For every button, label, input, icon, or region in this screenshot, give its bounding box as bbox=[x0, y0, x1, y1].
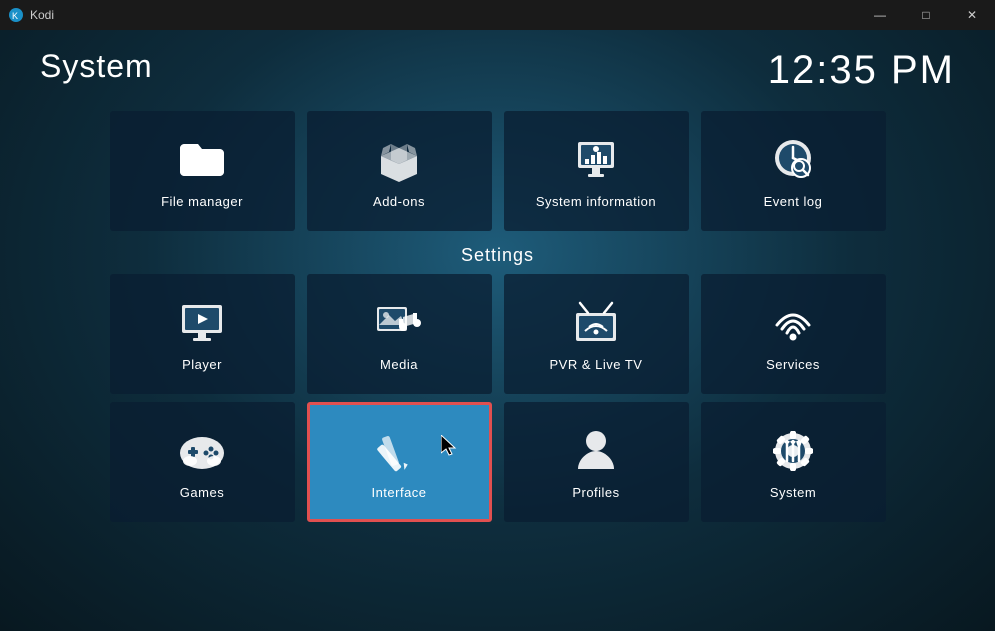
tile-system-label: System bbox=[770, 485, 816, 500]
tile-add-ons[interactable]: Add-ons bbox=[307, 111, 492, 231]
tile-pvr-live-tv-label: PVR & Live TV bbox=[550, 357, 643, 372]
tile-file-manager[interactable]: File manager bbox=[110, 111, 295, 231]
services-icon bbox=[767, 297, 819, 349]
settings-section-label: Settings bbox=[0, 245, 995, 266]
page-title: System bbox=[40, 48, 153, 85]
tile-player[interactable]: Player bbox=[110, 274, 295, 394]
top-tiles-section: File manager Add-ons bbox=[0, 111, 995, 231]
tile-system[interactable]: System bbox=[701, 402, 886, 522]
tile-add-ons-label: Add-ons bbox=[373, 194, 425, 209]
titlebar-controls: — □ ✕ bbox=[857, 0, 995, 30]
titlebar-left: K Kodi bbox=[0, 7, 54, 23]
tile-interface-label: Interface bbox=[371, 485, 426, 500]
tile-profiles-label: Profiles bbox=[572, 485, 619, 500]
cursor-icon bbox=[441, 435, 461, 459]
tile-pvr-live-tv[interactable]: PVR & Live TV bbox=[504, 274, 689, 394]
add-ons-icon bbox=[373, 134, 425, 186]
kodi-icon: K bbox=[8, 7, 24, 23]
tile-event-log[interactable]: Event log bbox=[701, 111, 886, 231]
system-icon bbox=[767, 425, 819, 477]
tile-interface[interactable]: Interface bbox=[307, 402, 492, 522]
system-information-icon bbox=[570, 134, 622, 186]
player-icon bbox=[176, 297, 228, 349]
tile-services[interactable]: Services bbox=[701, 274, 886, 394]
pvr-live-tv-icon bbox=[570, 297, 622, 349]
close-button[interactable]: ✕ bbox=[949, 0, 995, 30]
clock-display: 12:35 PM bbox=[768, 48, 955, 93]
main-content: System 12:35 PM File manager bbox=[0, 30, 995, 631]
tile-player-label: Player bbox=[182, 357, 222, 372]
games-icon bbox=[176, 425, 228, 477]
svg-text:K: K bbox=[12, 11, 18, 21]
file-manager-icon bbox=[176, 134, 228, 186]
media-icon bbox=[373, 297, 425, 349]
interface-icon bbox=[373, 425, 425, 477]
tile-services-label: Services bbox=[766, 357, 820, 372]
tile-system-information-label: System information bbox=[536, 194, 656, 209]
tile-event-log-label: Event log bbox=[764, 194, 823, 209]
titlebar-title: Kodi bbox=[30, 8, 54, 22]
settings-row1-section: Player Media bbox=[0, 274, 995, 394]
settings-row2-section: Games Interface bbox=[0, 402, 995, 522]
tile-profiles[interactable]: Profiles bbox=[504, 402, 689, 522]
tile-media[interactable]: Media bbox=[307, 274, 492, 394]
settings-row1: Player Media bbox=[50, 274, 945, 394]
header: System 12:35 PM bbox=[0, 30, 995, 93]
minimize-button[interactable]: — bbox=[857, 0, 903, 30]
maximize-button[interactable]: □ bbox=[903, 0, 949, 30]
tile-games-label: Games bbox=[180, 485, 224, 500]
settings-row2: Games Interface bbox=[50, 402, 945, 522]
top-tiles-row: File manager Add-ons bbox=[50, 111, 945, 231]
tile-system-information[interactable]: System information bbox=[504, 111, 689, 231]
tile-file-manager-label: File manager bbox=[161, 194, 243, 209]
titlebar: K Kodi — □ ✕ bbox=[0, 0, 995, 30]
tile-media-label: Media bbox=[380, 357, 418, 372]
tile-games[interactable]: Games bbox=[110, 402, 295, 522]
event-log-icon bbox=[767, 134, 819, 186]
profiles-icon bbox=[570, 425, 622, 477]
